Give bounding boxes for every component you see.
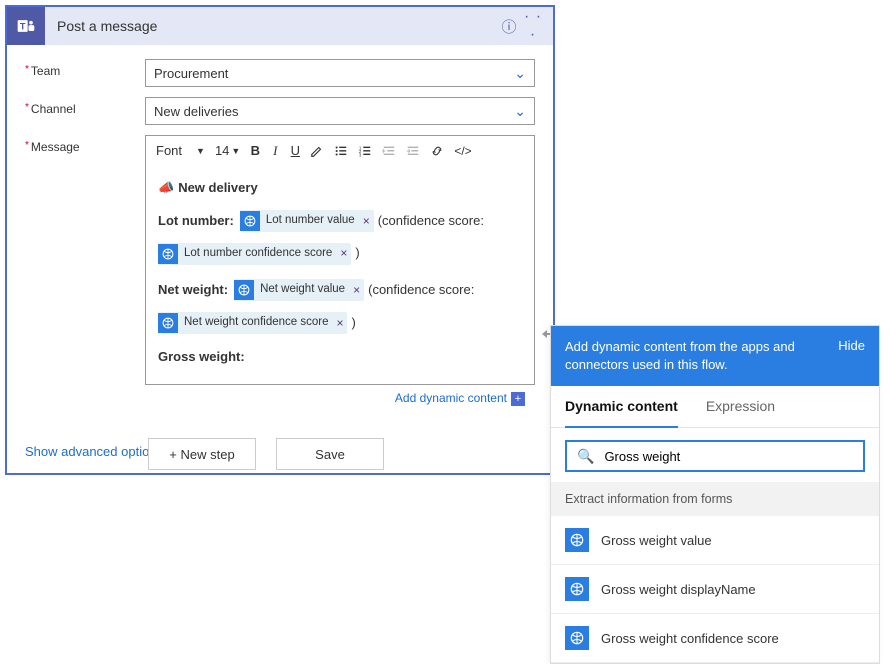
remove-token-icon[interactable]: × — [353, 279, 360, 302]
remove-token-icon[interactable]: × — [336, 312, 343, 335]
teams-icon: T — [7, 7, 45, 45]
ai-builder-icon — [565, 577, 589, 601]
editor-toolbar: Font▼ 14▼ B I U 123 </> — [146, 136, 534, 166]
ai-builder-icon — [158, 313, 178, 333]
card-title: Post a message — [45, 18, 497, 34]
svg-text:T: T — [20, 21, 26, 31]
result-item[interactable]: Gross weight value — [551, 516, 879, 565]
search-icon: 🔍 — [577, 448, 594, 465]
chevron-down-icon: ⌄ — [514, 65, 526, 82]
channel-label: *Channel — [25, 97, 145, 116]
dynamic-content-panel: Add dynamic content from the apps and co… — [550, 325, 880, 664]
token-lot-conf[interactable]: Lot number confidence score× — [158, 243, 351, 265]
plus-icon: + — [511, 392, 525, 406]
message-textarea[interactable]: 📣New delivery Lot number: Lot number val… — [146, 166, 534, 384]
save-button[interactable]: Save — [276, 438, 384, 470]
panel-header: Add dynamic content from the apps and co… — [551, 326, 879, 386]
help-icon[interactable]: ⓘ — [497, 16, 521, 37]
ai-builder-icon — [158, 244, 178, 264]
tab-expression[interactable]: Expression — [706, 386, 775, 427]
token-lot-value[interactable]: Lot number value× — [240, 210, 374, 232]
team-label: *Team — [25, 59, 145, 78]
link-button[interactable] — [426, 144, 448, 158]
font-size-select[interactable]: 14▼ — [211, 143, 244, 158]
announcement-icon: 📣 — [158, 180, 174, 195]
highlight-button[interactable] — [306, 144, 328, 158]
token-net-value[interactable]: Net weight value× — [234, 279, 364, 301]
search-box: 🔍 — [565, 440, 865, 472]
card-body: *Team Procurement ⌄ *Channel New deliver… — [7, 45, 553, 432]
code-view-button[interactable]: </> — [450, 144, 475, 158]
underline-button[interactable]: U — [286, 143, 304, 158]
svg-text:3: 3 — [359, 152, 362, 157]
bullet-list-button[interactable] — [330, 144, 352, 158]
result-item[interactable]: Gross weight confidence score — [551, 614, 879, 663]
footer-buttons: + New step Save — [148, 438, 384, 470]
ai-builder-icon — [565, 528, 589, 552]
action-card: T Post a message ⓘ · · · *Team Procureme… — [5, 5, 555, 475]
add-dynamic-content-link[interactable]: Add dynamic content+ — [145, 385, 535, 414]
ai-builder-icon — [565, 626, 589, 650]
result-item[interactable]: Gross weight displayName — [551, 565, 879, 614]
font-select[interactable]: Font▼ — [152, 143, 209, 158]
outdent-button[interactable] — [378, 144, 400, 158]
channel-select[interactable]: New deliveries ⌄ — [145, 97, 535, 125]
bold-button[interactable]: B — [246, 143, 264, 158]
team-select[interactable]: Procurement ⌄ — [145, 59, 535, 87]
italic-button[interactable]: I — [266, 143, 284, 159]
chevron-down-icon: ⌄ — [514, 103, 526, 120]
ai-builder-icon — [240, 211, 260, 231]
ai-builder-icon — [234, 280, 254, 300]
hide-panel-button[interactable]: Hide — [838, 338, 865, 353]
new-step-button[interactable]: + New step — [148, 438, 256, 470]
results-section-header: Extract information from forms — [551, 482, 879, 516]
remove-token-icon[interactable]: × — [340, 242, 347, 265]
number-list-button[interactable]: 123 — [354, 144, 376, 158]
tab-dynamic-content[interactable]: Dynamic content — [565, 386, 678, 428]
card-header[interactable]: T Post a message ⓘ · · · — [7, 7, 553, 45]
more-icon[interactable]: · · · — [521, 8, 545, 44]
token-net-conf[interactable]: Net weight confidence score× — [158, 312, 347, 334]
remove-token-icon[interactable]: × — [363, 210, 370, 233]
indent-button[interactable] — [402, 144, 424, 158]
panel-tabs: Dynamic content Expression — [551, 386, 879, 428]
message-editor: Font▼ 14▼ B I U 123 </> 📣New — [145, 135, 535, 385]
message-label: *Message — [25, 135, 145, 154]
search-input[interactable] — [604, 449, 853, 464]
